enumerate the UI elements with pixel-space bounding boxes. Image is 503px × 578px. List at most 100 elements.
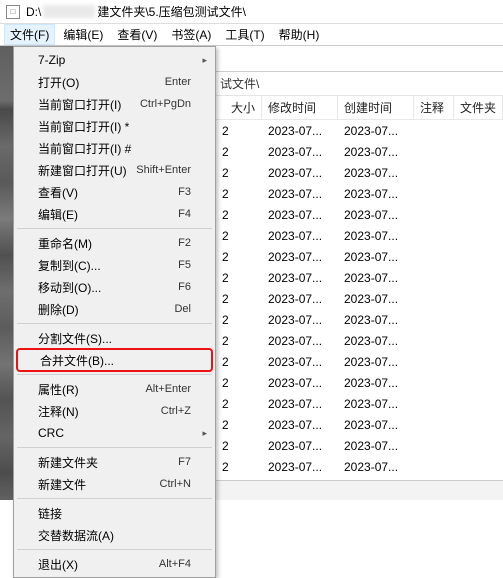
cell-cre: 2023-07... xyxy=(338,376,414,390)
menu-item-15[interactable]: 合并文件(B)... xyxy=(16,348,213,372)
menu-item-label: 新建文件 xyxy=(38,476,160,493)
table-row[interactable]: 22023-07...2023-07... xyxy=(216,288,503,309)
table-row[interactable]: 22023-07...2023-07... xyxy=(216,246,503,267)
menu-item-27[interactable]: 退出(X)Alt+F4 xyxy=(16,553,213,575)
cell-cre: 2023-07... xyxy=(338,397,414,411)
menu-item-label: 注释(N) xyxy=(38,403,161,420)
table-row[interactable]: 22023-07...2023-07... xyxy=(216,267,503,288)
menu-item-shortcut: Enter xyxy=(165,76,191,88)
menu-sep xyxy=(17,228,212,229)
table-row[interactable]: 22023-07...2023-07... xyxy=(216,120,503,141)
menu-item-14[interactable]: 分割文件(S)... xyxy=(16,327,213,349)
cell-mod: 2023-07... xyxy=(262,439,338,453)
menu-item-2[interactable]: 当前窗口打开(I)Ctrl+PgDn xyxy=(16,93,213,115)
title-blur xyxy=(43,5,95,18)
cell-cre: 2023-07... xyxy=(338,229,414,243)
menu-item-10[interactable]: 复制到(C)...F5 xyxy=(16,254,213,276)
menu-item-24[interactable]: 链接 xyxy=(16,502,213,524)
table-row[interactable]: 22023-07...2023-07... xyxy=(216,204,503,225)
menu-item-label: 复制到(C)... xyxy=(38,257,178,274)
table-row[interactable]: 22023-07...2023-07... xyxy=(216,351,503,372)
menu-item-4[interactable]: 当前窗口打开(I) # xyxy=(16,137,213,159)
menu-item-22[interactable]: 新建文件Ctrl+N xyxy=(16,473,213,495)
cell-cre: 2023-07... xyxy=(338,187,414,201)
menu-item-21[interactable]: 新建文件夹F7 xyxy=(16,451,213,473)
table-row[interactable]: 22023-07...2023-07... xyxy=(216,309,503,330)
menu-sep xyxy=(17,374,212,375)
menu-0[interactable]: 文件(F) xyxy=(4,24,55,45)
cell-size: 2 xyxy=(216,418,262,432)
cell-cre: 2023-07... xyxy=(338,439,414,453)
col-modified[interactable]: 修改时间 xyxy=(262,96,338,119)
menu-item-shortcut: Ctrl+Z xyxy=(161,405,191,417)
menu-item-9[interactable]: 重命名(M)F2 xyxy=(16,232,213,254)
table-row[interactable]: 22023-07...2023-07... xyxy=(216,456,503,477)
menu-item-18[interactable]: 注释(N)Ctrl+Z xyxy=(16,400,213,422)
menu-4[interactable]: 工具(T) xyxy=(219,24,270,45)
table-row[interactable]: 22023-07...2023-07... xyxy=(216,162,503,183)
menu-item-shortcut: Ctrl+PgDn xyxy=(140,98,191,110)
table-row[interactable]: 22023-07...2023-07... xyxy=(216,435,503,456)
title-drive: D:\ xyxy=(26,5,41,19)
menu-2[interactable]: 查看(V) xyxy=(111,24,163,45)
title-bar: □ D:\ 建文件夹\5.压缩包测试文件\ xyxy=(0,0,503,24)
cell-mod: 2023-07... xyxy=(262,166,338,180)
menu-1[interactable]: 编辑(E) xyxy=(57,24,109,45)
menu-5[interactable]: 帮助(H) xyxy=(273,24,326,45)
menu-item-label: 当前窗口打开(I) * xyxy=(38,118,191,135)
menu-item-6[interactable]: 查看(V)F3 xyxy=(16,181,213,203)
menu-item-shortcut: Ctrl+N xyxy=(160,478,191,490)
table-row[interactable]: 22023-07...2023-07... xyxy=(216,393,503,414)
file-menu-dropdown[interactable]: 7-Zip打开(O)Enter当前窗口打开(I)Ctrl+PgDn当前窗口打开(… xyxy=(13,46,216,578)
cell-mod: 2023-07... xyxy=(262,397,338,411)
path-bar-fragment[interactable]: 试文件\ xyxy=(216,72,503,96)
menu-item-shortcut: F4 xyxy=(178,208,191,220)
menu-item-17[interactable]: 属性(R)Alt+Enter xyxy=(16,378,213,400)
menu-item-12[interactable]: 删除(D)Del xyxy=(16,298,213,320)
col-created[interactable]: 创建时间 xyxy=(338,96,414,119)
cell-mod: 2023-07... xyxy=(262,229,338,243)
column-headers[interactable]: 大小 修改时间 创建时间 注释 文件夹 xyxy=(216,96,503,120)
toolbar-fragment xyxy=(216,46,503,72)
menu-item-label: 链接 xyxy=(38,505,191,522)
menu-sep xyxy=(17,549,212,550)
cell-mod: 2023-07... xyxy=(262,376,338,390)
menu-item-5[interactable]: 新建窗口打开(U)Shift+Enter xyxy=(16,159,213,181)
table-row[interactable]: 22023-07...2023-07... xyxy=(216,183,503,204)
menu-item-label: 新建文件夹 xyxy=(38,454,178,471)
cell-size: 2 xyxy=(216,439,262,453)
menu-item-7[interactable]: 编辑(E)F4 xyxy=(16,203,213,225)
cell-size: 2 xyxy=(216,208,262,222)
cell-mod: 2023-07... xyxy=(262,355,338,369)
table-row[interactable]: 22023-07...2023-07... xyxy=(216,141,503,162)
cell-cre: 2023-07... xyxy=(338,208,414,222)
file-rows[interactable]: 22023-07...2023-07...22023-07...2023-07.… xyxy=(216,120,503,498)
menu-item-shortcut: Del xyxy=(174,303,191,315)
cell-mod: 2023-07... xyxy=(262,418,338,432)
menu-item-25[interactable]: 交替数据流(A) xyxy=(16,524,213,546)
col-folder[interactable]: 文件夹 xyxy=(454,96,503,119)
cell-mod: 2023-07... xyxy=(262,334,338,348)
cell-cre: 2023-07... xyxy=(338,334,414,348)
menu-item-0[interactable]: 7-Zip xyxy=(16,49,213,71)
menu-item-shortcut: F3 xyxy=(178,186,191,198)
col-size[interactable]: 大小 xyxy=(216,96,262,119)
menu-bar[interactable]: 文件(F)编辑(E)查看(V)书签(A)工具(T)帮助(H) xyxy=(0,24,503,46)
table-row[interactable]: 22023-07...2023-07... xyxy=(216,225,503,246)
menu-item-label: 打开(O) xyxy=(38,74,165,91)
menu-item-1[interactable]: 打开(O)Enter xyxy=(16,71,213,93)
menu-item-shortcut: Alt+F4 xyxy=(159,558,191,570)
title-path: 建文件夹\5.压缩包测试文件\ xyxy=(97,3,246,20)
table-row[interactable]: 22023-07...2023-07... xyxy=(216,372,503,393)
col-comment[interactable]: 注释 xyxy=(414,96,454,119)
cell-cre: 2023-07... xyxy=(338,313,414,327)
menu-item-19[interactable]: CRC xyxy=(16,422,213,444)
cell-size: 2 xyxy=(216,460,262,474)
table-row[interactable]: 22023-07...2023-07... xyxy=(216,330,503,351)
menu-item-3[interactable]: 当前窗口打开(I) * xyxy=(16,115,213,137)
menu-item-11[interactable]: 移动到(O)...F6 xyxy=(16,276,213,298)
cell-cre: 2023-07... xyxy=(338,271,414,285)
cell-size: 2 xyxy=(216,271,262,285)
menu-3[interactable]: 书签(A) xyxy=(165,24,217,45)
table-row[interactable]: 22023-07...2023-07... xyxy=(216,414,503,435)
